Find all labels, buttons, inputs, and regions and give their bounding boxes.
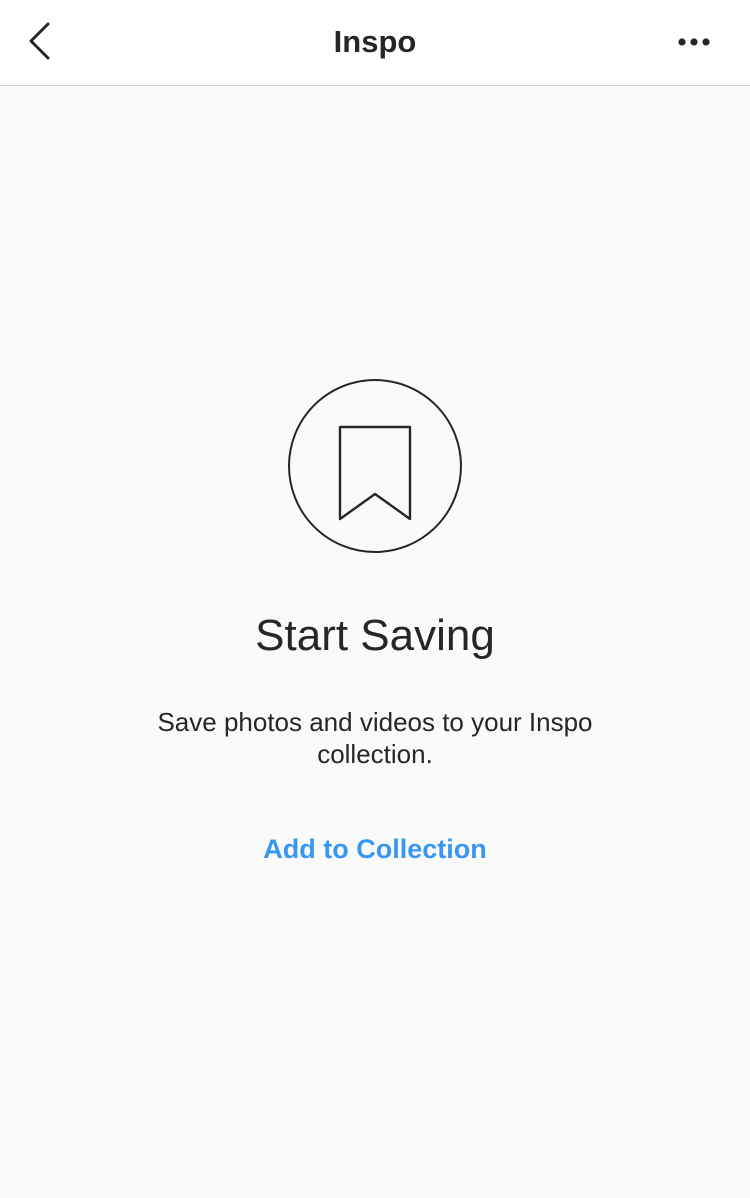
empty-state-heading: Start Saving	[255, 611, 495, 660]
more-options-button[interactable]	[666, 24, 722, 60]
empty-collection-state: Start Saving Save photos and videos to y…	[0, 378, 750, 866]
top-nav-bar: Inspo	[0, 0, 750, 86]
empty-state-description: Save photos and videos to your Inspo col…	[157, 707, 593, 769]
add-to-collection-link[interactable]: Add to Collection	[263, 832, 486, 866]
more-horizontal-icon	[678, 38, 710, 46]
page-title: Inspo	[333, 24, 417, 59]
bookmark-icon	[288, 379, 462, 553]
